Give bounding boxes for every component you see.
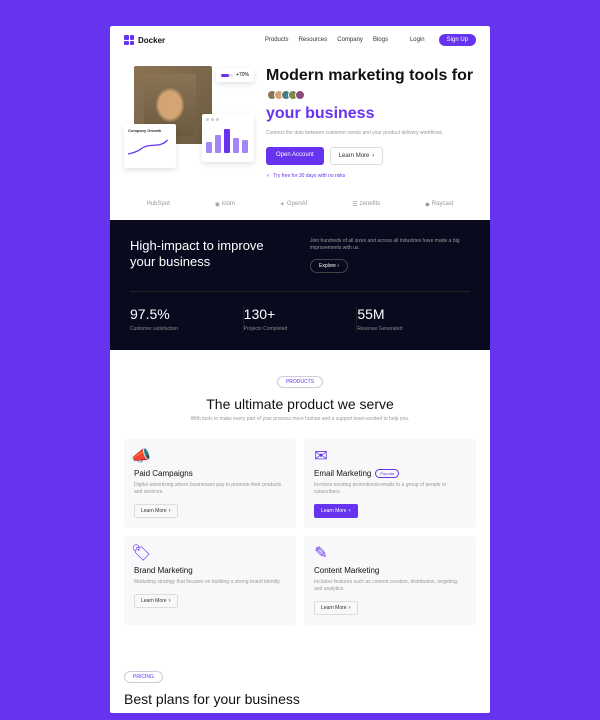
growth-float-card: Company Growth [124, 124, 176, 168]
pricing-badge: Pricing [124, 671, 163, 683]
explore-button[interactable]: Explore › [310, 259, 348, 273]
learn-more-button[interactable]: Learn More › [134, 504, 178, 518]
avatar-stack [270, 90, 305, 100]
signup-button[interactable]: Sign Up [439, 34, 476, 46]
learn-more-button[interactable]: Learn More› [330, 147, 384, 165]
impact-section: High-impact to improve your business Joi… [110, 220, 490, 350]
stat-revenue: 55MRevenue Generated [357, 306, 470, 332]
header: Docker Products Resources Company Blogs … [110, 26, 490, 54]
hero-cta: Open Account Learn More› [266, 147, 476, 165]
chevron-right-icon: › [372, 153, 374, 159]
impact-title: High-impact to improve your business [130, 238, 290, 273]
logo-loom: ◉ loom [215, 201, 235, 208]
nav-company[interactable]: Company [337, 37, 363, 43]
stat-float-card: +70% [216, 68, 254, 82]
page: Docker Products Resources Company Blogs … [110, 26, 490, 713]
learn-more-button[interactable]: Learn More › [134, 594, 178, 608]
plans-title: Best plans for your business [124, 691, 476, 707]
products-badge: Products [277, 376, 323, 388]
logo[interactable]: Docker [124, 35, 165, 45]
nav-blogs[interactable]: Blogs [373, 37, 388, 43]
check-icon: ✓ [266, 173, 270, 179]
hero-title: Modern marketing tools for your business [266, 66, 476, 124]
hero-text: Modern marketing tools for your business… [266, 66, 476, 179]
login-link[interactable]: Login [410, 37, 425, 43]
hero: +70% Company Growth Modern marketing too… [110, 54, 490, 189]
stats-row: 97.5%Customer satisfaction 130+Projects … [130, 291, 470, 332]
card-brand-marketing: 🏷 Brand Marketing Marketing strategy tha… [124, 536, 296, 625]
logo-raycast: ◆ Raycast [425, 201, 453, 208]
card-paid-campaigns: 📣 Paid Campaigns Digital advertising whe… [124, 439, 296, 528]
popular-badge: Popular [375, 469, 399, 478]
logo-hubspot: HubSpot [146, 201, 169, 208]
products-desc: With tools to make every part of your pr… [124, 416, 476, 423]
main-nav: Products Resources Company Blogs [265, 37, 388, 43]
plans-section: Pricing Best plans for your business [110, 645, 490, 713]
stat-projects: 130+Projects Completed [244, 306, 358, 332]
pencil-icon: ✎ [314, 546, 328, 560]
nav-resources[interactable]: Resources [299, 37, 328, 43]
stat-pct: +70% [236, 72, 249, 78]
open-account-button[interactable]: Open Account [266, 147, 324, 165]
megaphone-icon: 📣 [134, 449, 148, 463]
stat-satisfaction: 97.5%Customer satisfaction [130, 306, 244, 332]
logo-icon [124, 35, 134, 45]
hero-visual: +70% Company Growth [124, 66, 254, 176]
logo-zenefits: ☰ zenefits [352, 201, 380, 208]
hero-desc: Connect the dots between customer needs … [266, 130, 476, 137]
card-content-marketing: ✎ Content Marketing Includes features su… [304, 536, 476, 625]
tag-icon: 🏷 [134, 546, 148, 560]
partner-logos: HubSpot ◉ loom ✦ OpenAI ☰ zenefits ◆ Ray… [110, 189, 490, 220]
nav-products[interactable]: Products [265, 37, 289, 43]
product-cards: 📣 Paid Campaigns Digital advertising whe… [124, 439, 476, 625]
growth-title: Company Growth [128, 128, 172, 133]
impact-desc: Join hundreds of all sizes and across al… [310, 238, 470, 253]
mail-icon: ✉ [314, 449, 328, 463]
card-email-marketing: ✉ Email MarketingPopular Involves sendin… [304, 439, 476, 528]
trial-note: ✓Try free for 30 days with no risks [266, 173, 476, 179]
products-title: The ultimate product we serve [124, 396, 476, 412]
logo-openai: ✦ OpenAI [280, 201, 307, 208]
learn-more-button[interactable]: Learn More › [314, 601, 358, 615]
bars-float-card [202, 114, 254, 162]
brand-name: Docker [138, 36, 165, 45]
products-section: Products The ultimate product we serve W… [110, 350, 490, 645]
learn-more-button[interactable]: Learn More › [314, 504, 358, 518]
